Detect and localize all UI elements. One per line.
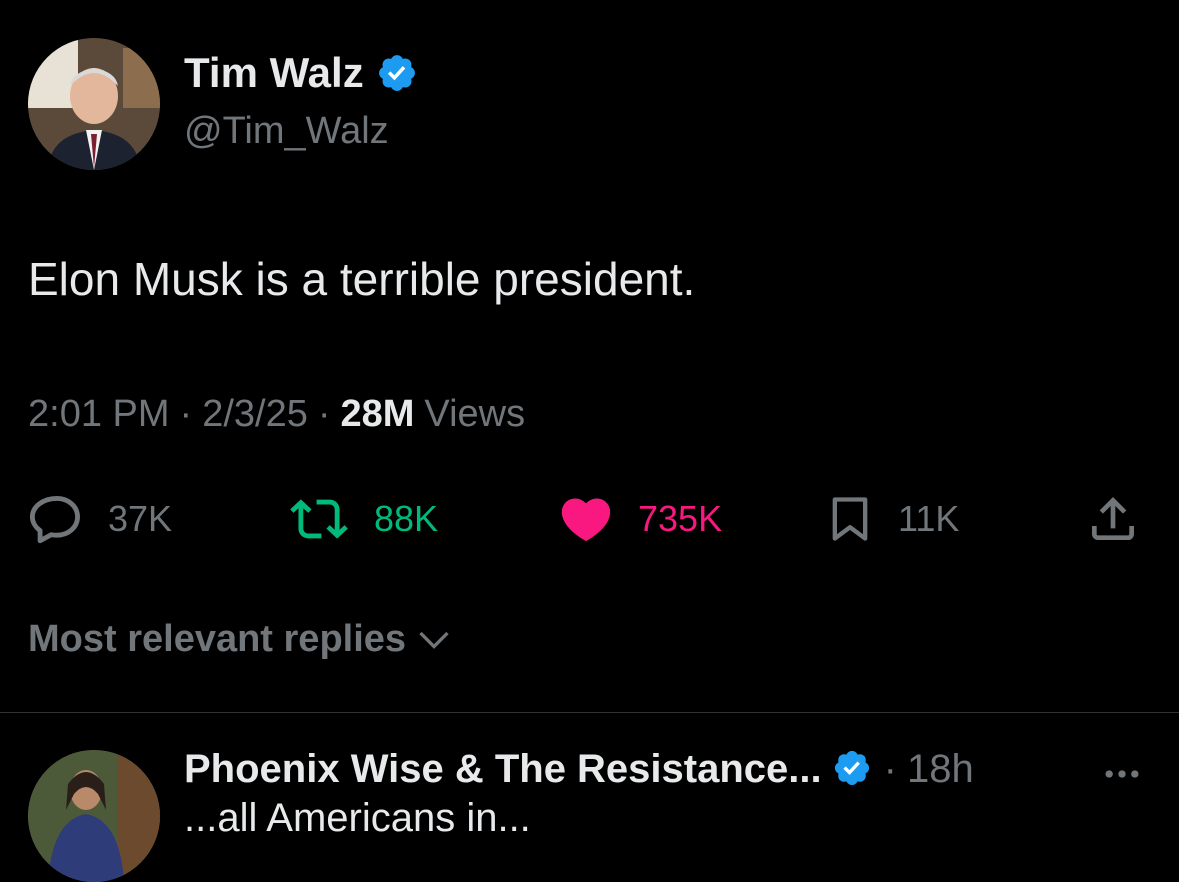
heart-icon xyxy=(561,498,611,542)
author-avatar-image xyxy=(28,38,160,170)
reply-author-avatar[interactable] xyxy=(28,750,160,882)
retweet-count: 88K xyxy=(374,498,439,539)
post-date[interactable]: 2/3/25 xyxy=(202,395,308,433)
replies-sort-label: Most relevant replies xyxy=(28,618,407,660)
reply-icon xyxy=(29,496,80,544)
author-name-row: Tim Walz xyxy=(184,52,418,94)
meta-separator: · xyxy=(179,393,193,435)
reply-text: ...all Americans in... xyxy=(184,796,531,840)
reply-header: Phoenix Wise & The Resistance... · 18h xyxy=(184,748,974,790)
divider xyxy=(0,712,1179,713)
views-count[interactable]: 28M xyxy=(341,395,415,433)
bookmark-icon xyxy=(832,497,868,541)
post-text: Elon Musk is a terrible president. xyxy=(28,253,696,305)
more-options-button[interactable] xyxy=(1100,752,1144,801)
author-handle[interactable]: @Tim_Walz xyxy=(184,112,389,150)
retweet-button[interactable]: 88K xyxy=(286,490,438,548)
verified-badge-icon[interactable] xyxy=(832,748,874,790)
replies-sort-dropdown[interactable]: Most relevant replies xyxy=(28,620,452,658)
like-button[interactable]: 735K xyxy=(556,490,722,548)
more-icon xyxy=(1105,770,1139,778)
reply-avatar-image xyxy=(28,750,160,882)
author-avatar[interactable] xyxy=(28,38,160,170)
views-label: Views xyxy=(424,393,526,435)
share-icon xyxy=(1092,497,1134,540)
author-name[interactable]: Tim Walz xyxy=(184,52,364,94)
post-meta: 2:01 PM · 2/3/25 · 28M Views xyxy=(28,395,525,433)
verified-badge-icon[interactable] xyxy=(376,52,418,94)
retweet-icon xyxy=(290,499,348,539)
reply-author-name[interactable]: Phoenix Wise & The Resistance... xyxy=(184,749,822,789)
bookmark-button[interactable]: 11K xyxy=(824,490,959,548)
meta-separator: · xyxy=(317,393,331,435)
chevron-down-icon xyxy=(419,631,449,649)
bookmark-count: 11K xyxy=(898,498,960,539)
post-time[interactable]: 2:01 PM xyxy=(28,395,170,433)
like-count: 735K xyxy=(638,498,723,539)
reply-separator: · xyxy=(883,747,897,791)
reply-time[interactable]: 18h xyxy=(907,749,974,789)
reply-button[interactable]: 37K xyxy=(28,490,172,548)
share-button[interactable] xyxy=(1085,490,1141,548)
reply-count: 37K xyxy=(108,498,173,539)
